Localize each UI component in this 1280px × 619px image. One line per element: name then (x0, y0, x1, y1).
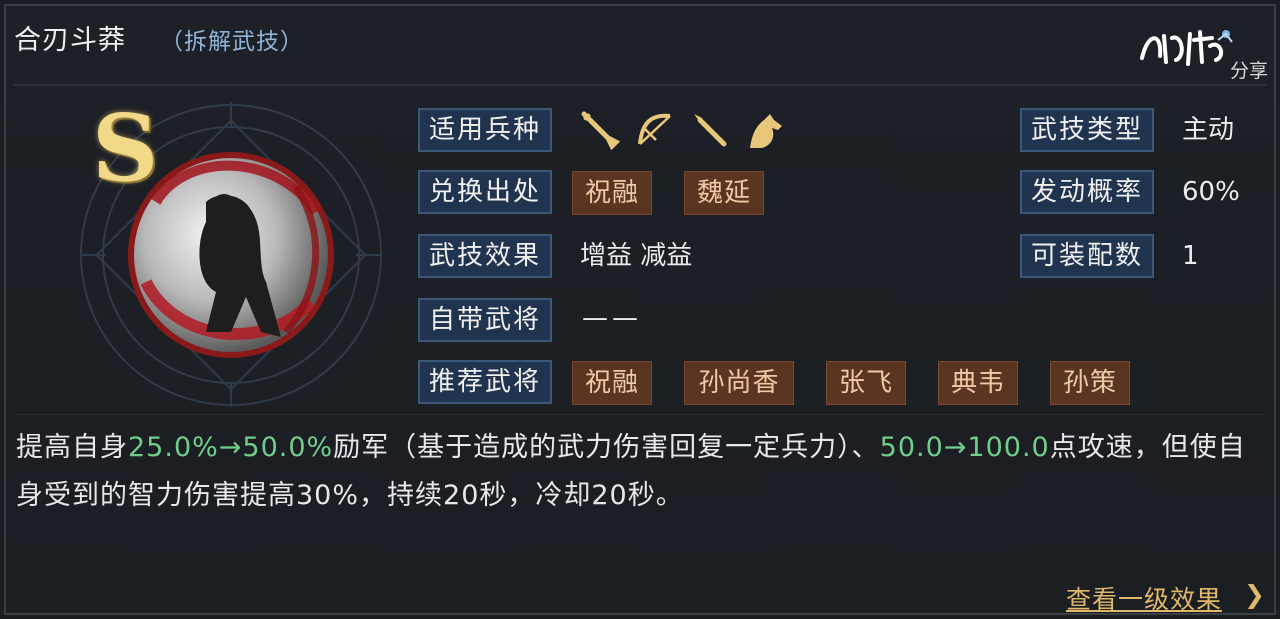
brand-logo (1138, 26, 1234, 78)
sword-icon (581, 111, 621, 151)
trigger-rate-label: 发动概率 (1020, 170, 1154, 214)
source-tag[interactable]: 魏延 (684, 171, 764, 215)
source-tag[interactable]: 祝融 (572, 171, 652, 215)
chevron-right-icon[interactable]: ❯ (1244, 580, 1265, 609)
section-divider (14, 414, 1266, 415)
own-general-value: —— (582, 303, 642, 333)
brand-share: 分享 (1230, 60, 1269, 82)
recommended-general-tag[interactable]: 祝融 (572, 361, 652, 405)
header-divider (14, 84, 1266, 86)
desc-highlight: 25.0%→50.0% (128, 432, 334, 463)
recommend-label: 推荐武将 (418, 360, 552, 404)
troop-type-label: 适用兵种 (418, 108, 552, 152)
own-general-label: 自带武将 (418, 298, 552, 342)
recommended-general-tag[interactable]: 孙尚香 (684, 361, 794, 405)
desc-text: 励军（基于造成的武力伤害回复一定兵力）、 (333, 432, 880, 463)
view-level1-effect-link[interactable]: 查看一级效果 (1066, 580, 1222, 616)
skill-type-label: 武技类型 (1020, 108, 1154, 152)
effect-label: 武技效果 (418, 234, 552, 278)
brand-logo-icon (1140, 30, 1233, 66)
equip-count-label: 可装配数 (1020, 234, 1154, 278)
brand-watermark: 分享 (1138, 26, 1274, 84)
bow-icon (638, 113, 671, 145)
equip-count-value: 1 (1182, 241, 1199, 271)
spear-icon (694, 114, 727, 147)
recommended-general-tag[interactable]: 孙策 (1050, 361, 1130, 405)
trigger-rate-value: 60% (1182, 177, 1240, 207)
skill-title: 合刃斗莽 (14, 25, 126, 56)
recommended-general-tag[interactable]: 典韦 (938, 361, 1018, 405)
horse-icon (750, 114, 782, 148)
desc-text: 提高自身 (16, 432, 128, 463)
rank-badge: S (92, 94, 159, 202)
source-label: 兑换出处 (418, 170, 552, 214)
effect-value: 增益 减益 (580, 241, 693, 271)
desc-highlight: 50.0→100.0 (879, 432, 1050, 463)
skill-description: 提高自身25.0%→50.0%励军（基于造成的武力伤害回复一定兵力）、50.0→… (16, 424, 1266, 520)
skill-subtitle: （拆解武技） (160, 29, 304, 55)
recommended-general-tag[interactable]: 张飞 (826, 361, 906, 405)
skill-type-value: 主动 (1182, 115, 1235, 145)
